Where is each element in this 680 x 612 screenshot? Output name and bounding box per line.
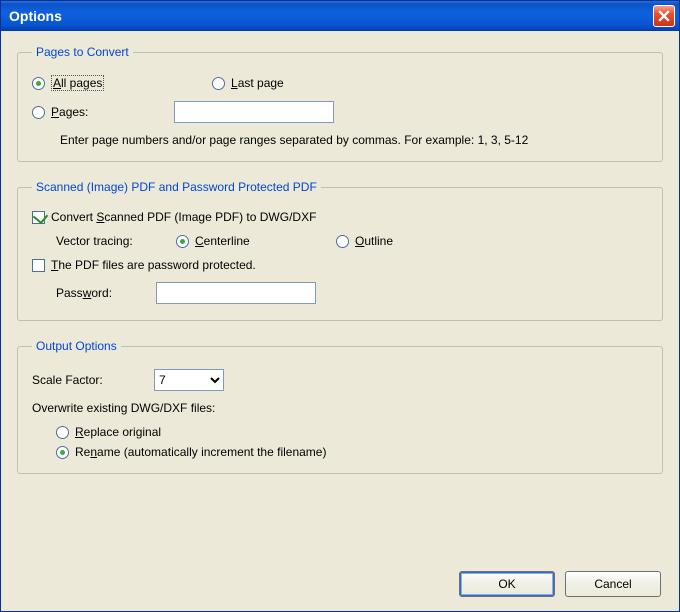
overwrite-label: Overwrite existing DWG/DXF files: [32, 401, 215, 415]
radio-outline-label: Outline [355, 234, 393, 248]
output-legend: Output Options [32, 339, 121, 353]
radio-replace-label: Replace original [75, 425, 161, 439]
radio-pages[interactable]: Pages: [32, 105, 144, 119]
checkbox-icon [32, 259, 45, 272]
content-area: Pages to Convert All pages Last page Pag… [1, 31, 679, 490]
radio-icon [176, 235, 189, 248]
pages-hint: Enter page numbers and/or page ranges se… [60, 133, 648, 147]
radio-icon [56, 426, 69, 439]
vector-tracing-label: Vector tracing: [56, 234, 166, 248]
ok-button[interactable]: OK [459, 571, 555, 597]
radio-centerline-label: Centerline [195, 234, 250, 248]
checkbox-password-protected[interactable]: The PDF files are password protected. [32, 258, 256, 272]
radio-last-page[interactable]: Last page [212, 76, 284, 90]
cancel-button[interactable]: Cancel [565, 571, 661, 597]
radio-centerline[interactable]: Centerline [176, 234, 306, 248]
radio-pages-label: Pages: [51, 105, 88, 119]
checkbox-convert-scanned-label: Convert Scanned PDF (Image PDF) to DWG/D… [51, 210, 316, 224]
radio-icon [336, 235, 349, 248]
pages-to-convert-group: Pages to Convert All pages Last page Pag… [17, 45, 663, 162]
radio-icon [32, 77, 45, 90]
password-label: Password: [56, 286, 146, 300]
radio-all-pages-label: All pages [51, 75, 104, 91]
radio-rename-label: Rename (automatically increment the file… [75, 445, 326, 459]
radio-icon [56, 446, 69, 459]
close-icon [658, 10, 670, 22]
scanned-legend: Scanned (Image) PDF and Password Protect… [32, 180, 321, 194]
options-dialog: Options Pages to Convert All pages Last … [0, 0, 680, 612]
checkbox-convert-scanned[interactable]: Convert Scanned PDF (Image PDF) to DWG/D… [32, 210, 316, 224]
radio-icon [212, 77, 225, 90]
scanned-pdf-group: Scanned (Image) PDF and Password Protect… [17, 180, 663, 321]
close-button[interactable] [653, 5, 675, 27]
scale-factor-select[interactable]: 7 [154, 369, 224, 391]
pages-legend: Pages to Convert [32, 45, 133, 59]
titlebar: Options [1, 1, 679, 31]
output-options-group: Output Options Scale Factor: 7 Overwrite… [17, 339, 663, 474]
dialog-buttons: OK Cancel [459, 571, 661, 597]
radio-icon [32, 106, 45, 119]
radio-rename[interactable]: Rename (automatically increment the file… [56, 445, 326, 459]
window-title: Options [9, 8, 653, 24]
scale-factor-label: Scale Factor: [32, 373, 144, 387]
radio-all-pages[interactable]: All pages [32, 75, 182, 91]
radio-outline[interactable]: Outline [336, 234, 393, 248]
checkbox-icon [32, 211, 45, 224]
pages-input[interactable] [174, 101, 334, 123]
radio-last-page-label: Last page [231, 76, 284, 90]
checkbox-password-protected-label: The PDF files are password protected. [51, 258, 256, 272]
password-input[interactable] [156, 282, 316, 304]
radio-replace-original[interactable]: Replace original [56, 425, 161, 439]
